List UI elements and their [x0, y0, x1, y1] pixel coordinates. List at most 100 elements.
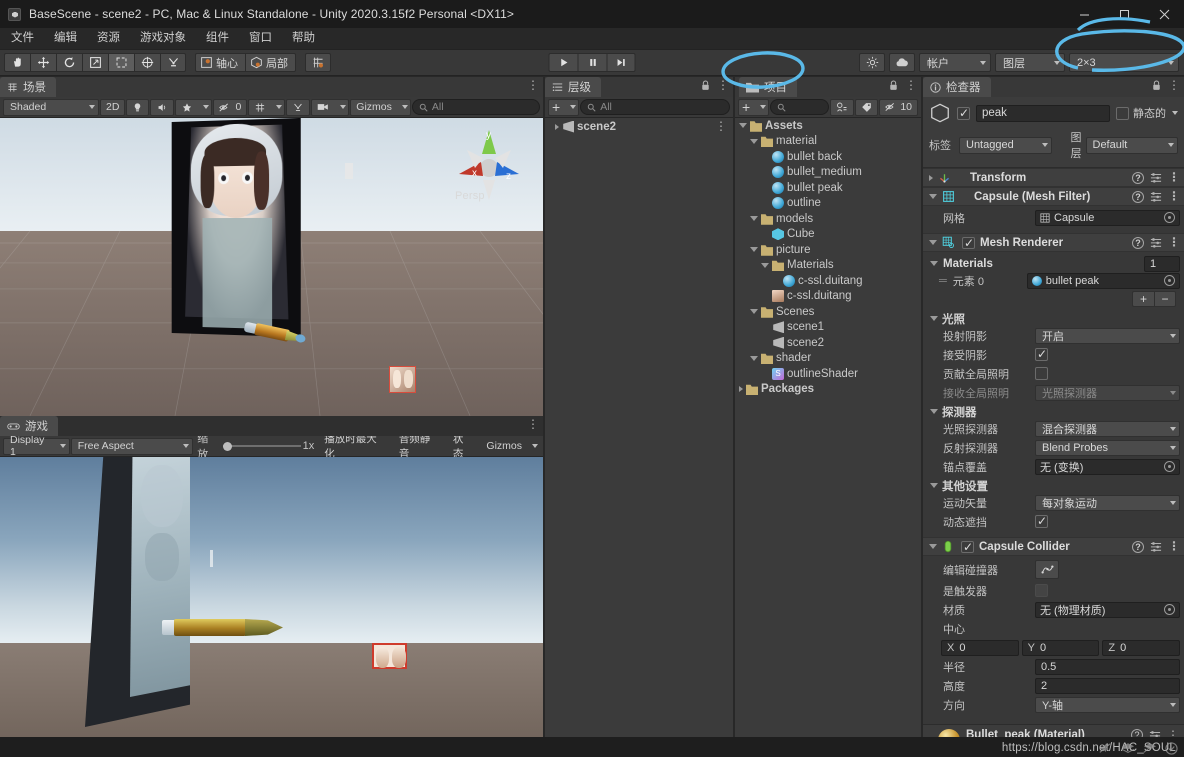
minimize-icon[interactable] — [1064, 0, 1104, 28]
project-tree-item[interactable]: bullet_medium — [735, 165, 921, 181]
center-y-input[interactable]: Y 0 — [1021, 639, 1100, 656]
project-tree-item[interactable]: shader — [735, 351, 921, 367]
menu-assets[interactable]: 资源 — [87, 28, 130, 49]
scene-orientation-gizmo[interactable]: x y z Persp — [447, 124, 531, 208]
services-icon[interactable] — [859, 53, 885, 72]
direction-dropdown[interactable]: Y-轴 — [1035, 696, 1180, 713]
project-tree-item[interactable]: Assets — [735, 118, 921, 134]
scene-character-plane[interactable] — [171, 118, 301, 338]
close-icon[interactable] — [1144, 0, 1184, 28]
edit-collider-button[interactable] — [1035, 560, 1059, 579]
project-tree-item[interactable]: Packages — [735, 382, 921, 398]
menu-window[interactable]: 窗口 — [239, 28, 282, 49]
layers-dropdown[interactable]: 图层 — [995, 53, 1065, 72]
material-element-field[interactable]: bullet peak — [1026, 272, 1180, 289]
mesh-object-field[interactable]: Capsule — [1035, 209, 1180, 226]
scene-camera-button[interactable] — [311, 98, 350, 116]
project-tree-item[interactable]: Materials — [735, 258, 921, 274]
layer-dropdown[interactable]: Default — [1085, 136, 1178, 154]
chevron-down-icon[interactable] — [930, 316, 938, 321]
cloud-icon[interactable] — [889, 53, 915, 72]
chevron-down-icon[interactable] — [930, 261, 938, 266]
project-tree-item[interactable]: picture — [735, 242, 921, 258]
project-tree-item[interactable]: scene2 — [735, 335, 921, 351]
lighting-foldout[interactable]: 光照 — [927, 310, 1180, 327]
local-toggle-button[interactable]: 局部 — [246, 53, 296, 72]
receive-shadows-checkbox[interactable] — [1035, 347, 1048, 361]
component-kebab-icon[interactable]: ⋮ — [1168, 540, 1180, 552]
collider-enabled-checkbox[interactable] — [961, 540, 974, 554]
dynamic-occlusion-checkbox[interactable] — [1035, 514, 1048, 528]
scene-cube-object[interactable] — [389, 366, 416, 393]
component-kebab-icon[interactable]: ⋮ — [1168, 171, 1180, 183]
menu-gameobject[interactable]: 游戏对象 — [130, 28, 196, 49]
lock-icon[interactable] — [1152, 80, 1161, 91]
object-enabled-checkbox[interactable] — [957, 106, 970, 120]
menu-file[interactable]: 文件 — [9, 28, 44, 49]
component-kebab-icon[interactable]: ⋮ — [1168, 236, 1180, 248]
chevron-down-icon[interactable] — [750, 309, 758, 315]
preset-icon[interactable] — [1150, 237, 1162, 248]
help-icon[interactable]: ? — [1132, 171, 1144, 184]
center-x-input[interactable]: X 0 — [941, 639, 1019, 656]
project-tree-item[interactable]: scene1 — [735, 320, 921, 336]
cast-shadows-dropdown[interactable]: 开启 — [1035, 327, 1180, 344]
scene-fx-toggle[interactable] — [175, 98, 213, 116]
height-input[interactable]: 2 — [1035, 677, 1180, 694]
chevron-down-icon[interactable] — [929, 544, 937, 549]
mesh-filter-component-header[interactable]: Capsule (Mesh Filter) ? ⋮ — [923, 187, 1184, 206]
chevron-down-icon[interactable] — [1172, 111, 1178, 115]
component-kebab-icon[interactable]: ⋮ — [1168, 190, 1180, 202]
project-filter-button[interactable] — [830, 98, 855, 116]
menu-edit[interactable]: 编辑 — [44, 28, 87, 49]
chevron-down-icon[interactable] — [750, 216, 758, 222]
pause-icon[interactable] — [577, 53, 607, 72]
layout-dropdown[interactable]: 2×3 — [1069, 53, 1179, 72]
step-icon[interactable] — [606, 53, 636, 72]
hierarchy-search-input[interactable]: All — [580, 99, 730, 115]
shading-mode-dropdown[interactable]: Shaded — [3, 98, 99, 116]
help-icon[interactable]: ? — [1132, 540, 1144, 553]
center-z-input[interactable]: Z 0 — [1102, 639, 1181, 656]
scene-viewport[interactable]: x y z Persp — [0, 118, 543, 416]
project-tree-item[interactable]: bullet peak — [735, 180, 921, 196]
scene-tools-button[interactable] — [286, 98, 311, 116]
tab-game[interactable]: 游戏 — [0, 416, 58, 436]
project-tree-item[interactable]: SoutlineShader — [735, 366, 921, 382]
preset-icon[interactable] — [1150, 191, 1162, 202]
inspector-kebab-icon[interactable]: ⋮ — [1168, 79, 1180, 91]
mesh-renderer-enabled-checkbox[interactable] — [962, 236, 975, 250]
hierarchy-row-kebab-icon[interactable]: ⋮ — [715, 120, 727, 132]
preset-icon[interactable] — [1150, 541, 1162, 552]
chevron-down-icon[interactable] — [739, 123, 747, 129]
chevron-down-icon[interactable] — [929, 240, 937, 245]
tab-inspector[interactable]: 检查器 — [923, 77, 991, 97]
scene-hidden-objects[interactable]: 0 — [213, 98, 248, 116]
object-picker-icon[interactable] — [1164, 275, 1175, 286]
materials-count-input[interactable]: 1 — [1144, 255, 1180, 272]
tab-hierarchy[interactable]: 层级 — [545, 77, 601, 97]
project-tree-item[interactable]: c-ssl.duitang — [735, 273, 921, 289]
scene-kebab-icon[interactable]: ⋮ — [527, 79, 539, 91]
drag-handle-icon[interactable]: ═ — [939, 275, 947, 287]
hierarchy-add-button[interactable]: + — [548, 98, 580, 116]
account-dropdown[interactable]: 帐户 — [919, 53, 991, 72]
tag-dropdown[interactable]: Untagged — [959, 136, 1052, 154]
project-tree-item[interactable]: Cube — [735, 227, 921, 243]
radius-input[interactable]: 0.5 — [1035, 658, 1180, 675]
lock-icon[interactable] — [701, 80, 710, 91]
scale-tool-button[interactable] — [82, 53, 108, 72]
chevron-down-icon[interactable] — [750, 138, 758, 144]
tab-scene[interactable]: 场景 — [0, 77, 56, 97]
static-toggle[interactable]: 静态的 — [1116, 105, 1178, 121]
menu-component[interactable]: 组件 — [196, 28, 239, 49]
maximize-on-play-button[interactable]: 播放时最大化 — [318, 433, 392, 460]
project-label-button[interactable] — [855, 98, 879, 116]
transform-tool-button[interactable] — [134, 53, 160, 72]
game-aspect-dropdown[interactable]: Free Aspect — [70, 437, 194, 455]
rect-tool-button[interactable] — [108, 53, 134, 72]
add-material-button[interactable]: + — [1132, 291, 1154, 307]
remove-material-button[interactable]: − — [1154, 291, 1176, 307]
help-icon[interactable]: ? — [1132, 236, 1144, 249]
chevron-down-icon[interactable] — [750, 355, 758, 361]
